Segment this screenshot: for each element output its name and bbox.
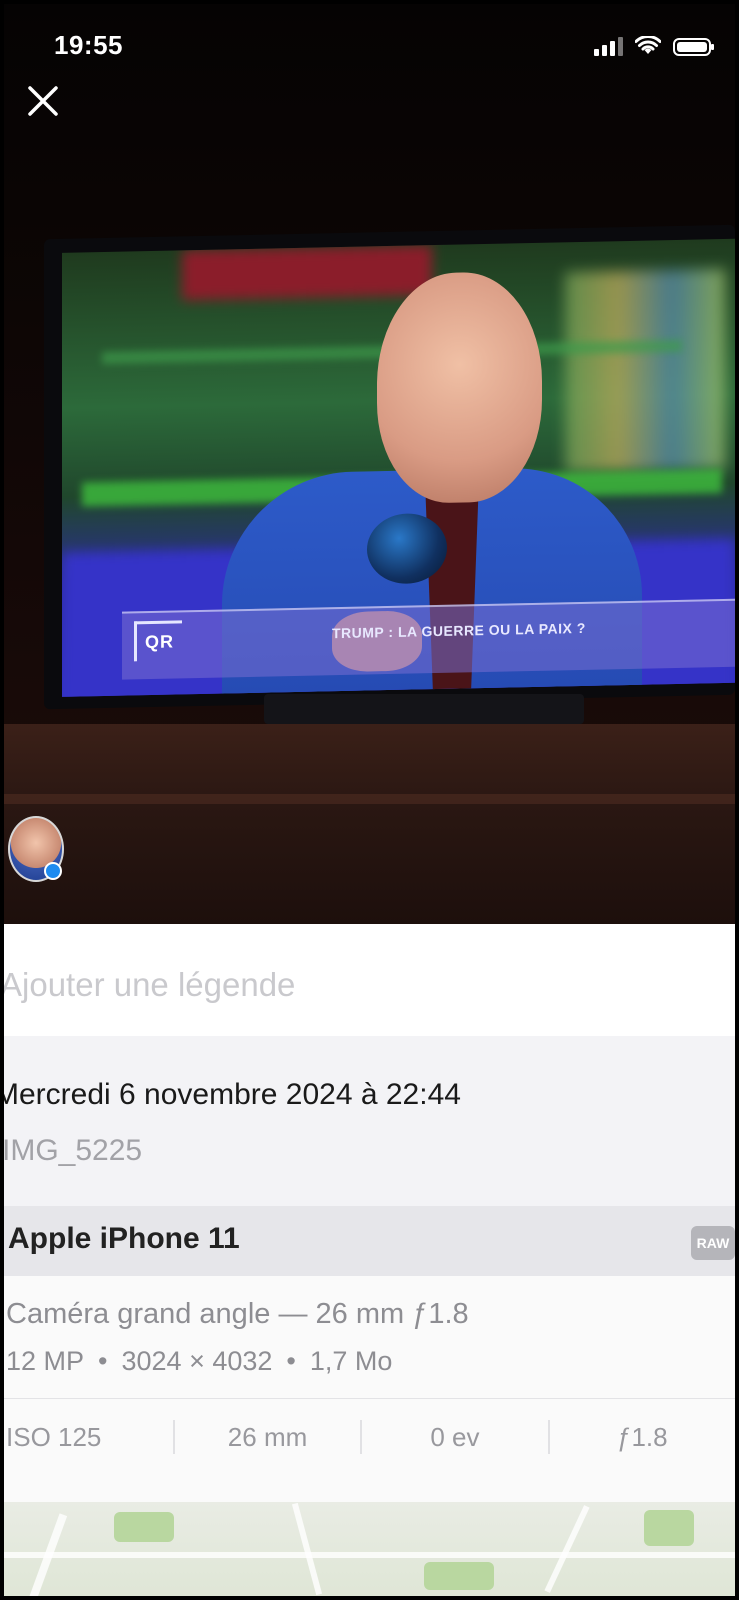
photo-specs: 12 MP • 3024 × 4032 • 1,7 Mo (6, 1346, 393, 1376)
tv-stand (264, 694, 584, 724)
avatar-badge-icon (44, 862, 62, 880)
location-map[interactable] (4, 1502, 735, 1596)
close-icon (28, 86, 58, 116)
status-bar: 19:55 (4, 4, 735, 84)
exif-row: ISO 125 26 mm 0 ev ƒ1.8 (4, 1398, 735, 1475)
info-panel: Mercredi 6 novembre 2024 à 22:44 IMG_522… (4, 924, 735, 1596)
photo-date[interactable]: Mercredi 6 novembre 2024 à 22:44 (4, 1078, 461, 1112)
lens-info: Caméra grand angle — 26 mm ƒ1.8 (6, 1298, 469, 1330)
cellular-signal-icon (594, 36, 623, 56)
tv-channel-logo: QR (134, 620, 182, 662)
photo-image[interactable]: QR TRUMP : LA GUERRE OU LA PAIX ? (4, 4, 735, 924)
resolution: 3024 × 4032 (121, 1346, 273, 1376)
caption-input[interactable] (4, 962, 702, 1008)
status-icons (594, 34, 714, 56)
status-time: 19:55 (54, 30, 123, 60)
people-avatar-button[interactable] (8, 816, 64, 886)
close-button[interactable] (26, 84, 60, 118)
wifi-icon (635, 36, 661, 54)
battery-icon (673, 38, 714, 56)
file-size: 1,7 Mo (309, 1346, 393, 1376)
megapixels: 12 MP (6, 1346, 85, 1376)
file-name: IMG_5225 (4, 1134, 143, 1167)
device-header: Apple iPhone 11 RAW (4, 1206, 735, 1276)
photo-viewer-screen: QR TRUMP : LA GUERRE OU LA PAIX ? 19:55 (4, 4, 735, 1596)
exif-iso: ISO 125 (4, 1420, 175, 1454)
exif-aperture: ƒ1.8 (617, 1422, 668, 1452)
tv-screen: QR TRUMP : LA GUERRE OU LA PAIX ? (62, 238, 735, 697)
caption-row (4, 924, 735, 1036)
device-name: Apple iPhone 11 (8, 1222, 240, 1255)
raw-badge: RAW (691, 1226, 735, 1260)
exif-exposure: 0 ev (362, 1420, 550, 1454)
exif-focal-length: 26 mm (175, 1420, 363, 1454)
tv-set: QR TRUMP : LA GUERRE OU LA PAIX ? (44, 224, 735, 710)
device-card: Apple iPhone 11 RAW Caméra grand angle —… (4, 1206, 735, 1506)
tv-cabinet (4, 724, 735, 924)
